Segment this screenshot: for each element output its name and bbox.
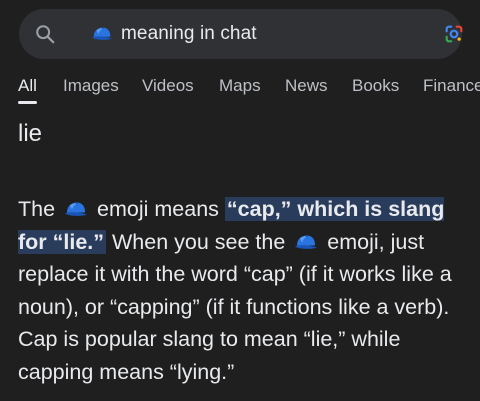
snippet-text: The [18, 197, 56, 221]
search-query-text[interactable]: meaning in chat [121, 23, 257, 45]
tab-videos[interactable]: Videos [142, 76, 194, 96]
search-tabs: All Images Videos Maps News Books Financ… [0, 72, 480, 104]
search-results-page: meaning in chat All Images Videos Maps N… [0, 0, 480, 401]
featured-snippet-text: The emoji means “cap,” which is slang fo… [18, 193, 474, 388]
tab-all[interactable]: All [18, 76, 37, 96]
tab-maps[interactable]: Maps [219, 76, 261, 96]
billed-cap-emoji-icon [65, 202, 88, 216]
tab-books[interactable]: Books [352, 76, 399, 96]
search-bar[interactable]: meaning in chat [19, 9, 465, 59]
billed-cap-emoji-icon [91, 27, 113, 40]
search-query[interactable]: meaning in chat [91, 21, 257, 47]
tab-images[interactable]: Images [63, 76, 119, 96]
featured-snippet-title: lie [18, 120, 43, 147]
search-icon[interactable] [34, 23, 56, 45]
tab-news[interactable]: News [285, 76, 328, 96]
active-tab-indicator [18, 101, 37, 104]
snippet-text: When you see the [112, 229, 286, 254]
snippet-text: emoji means [97, 197, 219, 221]
tab-finance[interactable]: Finance [423, 76, 480, 96]
google-lens-icon[interactable] [443, 23, 465, 45]
billed-cap-emoji-icon [295, 234, 318, 249]
